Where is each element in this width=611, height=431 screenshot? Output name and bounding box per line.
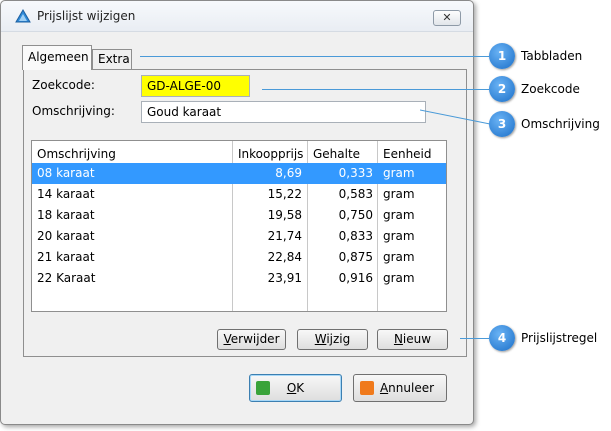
cell-omschrijving: 21 karaat: [37, 250, 95, 264]
cell-inkoopprijs: 19,58: [267, 208, 302, 222]
callout-label-zoekcode: Zoekcode: [521, 82, 580, 96]
header-omschrijving[interactable]: Omschrijving: [37, 147, 116, 161]
cell-eenheid: gram: [383, 271, 415, 285]
price-table[interactable]: Omschrijving Inkoopprijs Gehalte Eenheid…: [31, 140, 447, 312]
cell-omschrijving: 14 karaat: [37, 187, 95, 201]
zoekcode-label: Zoekcode:: [32, 78, 95, 92]
callout-line-1: [140, 56, 489, 57]
cell-inkoopprijs: 23,91: [267, 271, 302, 285]
cell-omschrijving: 18 karaat: [37, 208, 95, 222]
cell-inkoopprijs: 22,84: [267, 250, 302, 264]
header-inkoopprijs[interactable]: Inkoopprijs: [238, 147, 303, 161]
cell-inkoopprijs: 15,22: [267, 187, 302, 201]
cell-eenheid: gram: [383, 187, 415, 201]
cell-gehalte: 0,583: [338, 187, 373, 201]
close-button[interactable]: ✕: [433, 10, 461, 26]
cell-gehalte: 0,833: [338, 229, 373, 243]
cell-inkoopprijs: 8,69: [275, 166, 302, 180]
cell-omschrijving: 22 Karaat: [37, 271, 96, 285]
thumbs-down-icon: [360, 381, 374, 395]
callout-badge-3: 3: [489, 111, 515, 137]
table-row[interactable]: 22 Karaat 23,91 0,916 gram: [32, 268, 446, 289]
cell-gehalte: 0,875: [338, 250, 373, 264]
table-row[interactable]: 21 karaat 22,84 0,875 gram: [32, 247, 446, 268]
callout-line-4: [460, 338, 489, 339]
callout-badge-1: 1: [489, 43, 515, 69]
omschrijving-label: Omschrijving:: [32, 104, 115, 118]
header-gehalte[interactable]: Gehalte: [313, 147, 360, 161]
cell-omschrijving: 08 karaat: [37, 166, 95, 180]
cell-gehalte: 0,750: [338, 208, 373, 222]
table-row[interactable]: 08 karaat 8,69 0,333 gram: [32, 163, 446, 184]
nieuw-button[interactable]: Nieuw: [377, 329, 448, 350]
callout-label-tabbladen: Tabbladen: [521, 49, 583, 63]
cell-eenheid: gram: [383, 229, 415, 243]
cell-omschrijving: 20 karaat: [37, 229, 95, 243]
table-row[interactable]: 18 karaat 19,58 0,750 gram: [32, 205, 446, 226]
tab-algemeen[interactable]: Algemeen: [22, 45, 92, 70]
cell-gehalte: 0,333: [338, 166, 373, 180]
callout-badge-2: 2: [489, 76, 515, 102]
ok-button[interactable]: OK: [249, 374, 342, 402]
app-triangle-icon: [15, 9, 31, 23]
cell-inkoopprijs: 21,74: [267, 229, 302, 243]
omschrijving-field[interactable]: Goud karaat: [141, 101, 426, 123]
window-title: Prijslijst wijzigen: [37, 9, 136, 23]
callout-label-omschrijving: Omschrijving: [521, 117, 600, 131]
verwijder-button[interactable]: Verwijder: [217, 329, 286, 350]
table-row[interactable]: 14 karaat 15,22 0,583 gram: [32, 184, 446, 205]
cell-gehalte: 0,916: [338, 271, 373, 285]
cell-eenheid: gram: [383, 250, 415, 264]
cell-eenheid: gram: [383, 208, 415, 222]
callout-line-2: [262, 89, 489, 90]
dialog-window: Prijslijst wijzigen ✕ Algemeen Extra Zoe…: [0, 0, 474, 425]
callout-line-3: [420, 109, 491, 125]
wijzig-button[interactable]: Wijzig: [297, 329, 368, 350]
header-eenheid[interactable]: Eenheid: [383, 147, 432, 161]
callout-badge-4: 4: [489, 325, 515, 351]
zoekcode-field[interactable]: GD-ALGE-00: [141, 75, 250, 97]
thumbs-up-icon: [256, 381, 270, 395]
table-row[interactable]: 20 karaat 21,74 0,833 gram: [32, 226, 446, 247]
title-bar: Prijslijst wijzigen ✕: [1, 1, 473, 32]
close-icon: ✕: [442, 11, 452, 24]
cell-eenheid: gram: [383, 166, 415, 180]
callout-label-prijslijstregel: Prijslijstregel: [521, 331, 598, 345]
tab-extra[interactable]: Extra: [92, 49, 132, 69]
annuleer-button[interactable]: Annuleer: [353, 374, 447, 402]
